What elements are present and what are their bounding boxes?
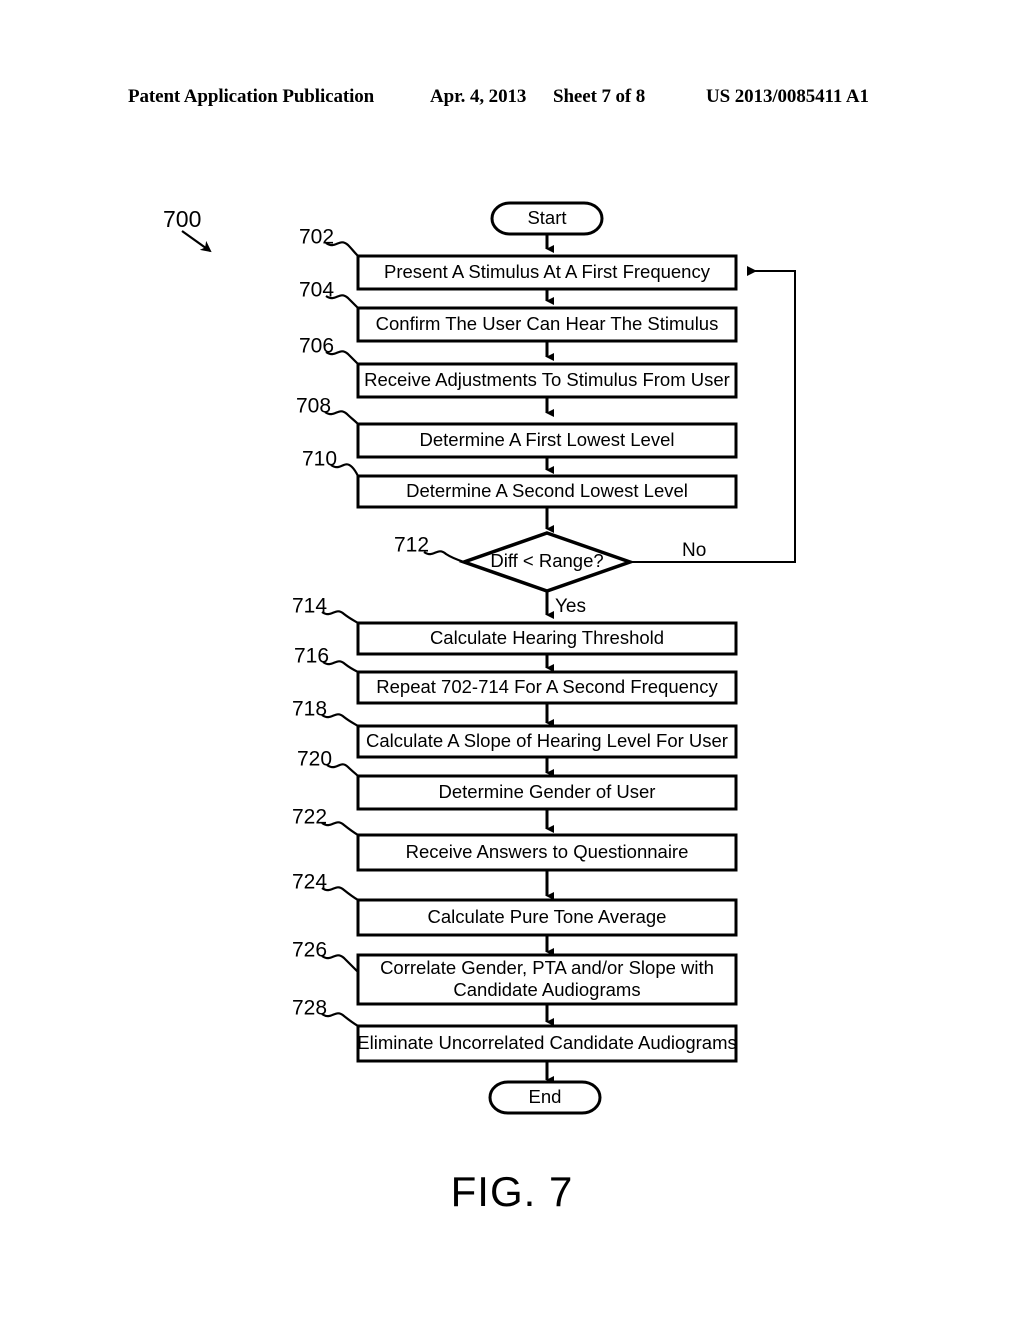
process-box-726-label-line1: Correlate Gender, PTA and/or Slope with <box>380 957 714 978</box>
reference-number-708: 708 <box>296 395 331 418</box>
start-terminal-label: Start <box>527 207 566 228</box>
branch-label-no: No <box>682 540 706 561</box>
leader-728 <box>321 1012 359 1027</box>
leader-702 <box>325 241 359 257</box>
leader-704 <box>325 294 359 309</box>
process-box-722-label: Receive Answers to Questionnaire <box>406 841 689 862</box>
figure-caption: FIG. 7 <box>450 1168 574 1215</box>
reference-number-716: 716 <box>294 645 329 668</box>
diagram-reference-arrow <box>181 230 212 253</box>
reference-number-718: 718 <box>292 698 327 721</box>
leader-714 <box>321 610 359 624</box>
diagram-reference-700: 700 <box>163 206 201 232</box>
reference-number-720: 720 <box>297 748 332 771</box>
process-box-704-label: Confirm The User Can Hear The Stimulus <box>376 313 719 334</box>
process-box-706-label: Receive Adjustments To Stimulus From Use… <box>364 369 730 390</box>
process-box-708-label: Determine A First Lowest Level <box>420 429 675 450</box>
branch-label-yes: Yes <box>555 596 586 617</box>
reference-number-728: 728 <box>292 997 327 1020</box>
process-box-714-label: Calculate Hearing Threshold <box>430 627 664 648</box>
process-box-710-label: Determine A Second Lowest Level <box>406 480 688 501</box>
reference-number-722: 722 <box>292 806 327 829</box>
process-box-702-label: Present A Stimulus At A First Frequency <box>384 261 711 282</box>
reference-number-714: 714 <box>292 595 327 618</box>
leader-726 <box>321 954 359 973</box>
process-box-724-label: Calculate Pure Tone Average <box>428 906 667 927</box>
leader-718 <box>321 713 359 727</box>
process-box-718-label: Calculate A Slope of Hearing Level For U… <box>366 730 728 751</box>
decision-diamond-712-label: Diff < Range? <box>490 550 603 571</box>
process-box-728-label: Eliminate Uncorrelated Candidate Audiogr… <box>357 1032 736 1053</box>
leader-706 <box>325 350 359 365</box>
leader-708 <box>324 410 359 425</box>
process-box-726-label-line2: Candidate Audiograms <box>453 979 640 1000</box>
leader-722 <box>321 821 359 836</box>
reference-number-724: 724 <box>292 871 327 894</box>
reference-number-726: 726 <box>292 939 327 962</box>
reference-number-710: 710 <box>302 448 337 471</box>
end-terminal-label: End <box>529 1086 562 1107</box>
leader-724 <box>321 886 359 901</box>
flowchart-diagram: 700 Start Present A Stimulus At A First … <box>163 201 796 1115</box>
process-box-720-label: Determine Gender of User <box>439 781 656 802</box>
process-box-716-label: Repeat 702-714 For A Second Frequency <box>376 676 718 697</box>
leader-712 <box>423 550 465 564</box>
